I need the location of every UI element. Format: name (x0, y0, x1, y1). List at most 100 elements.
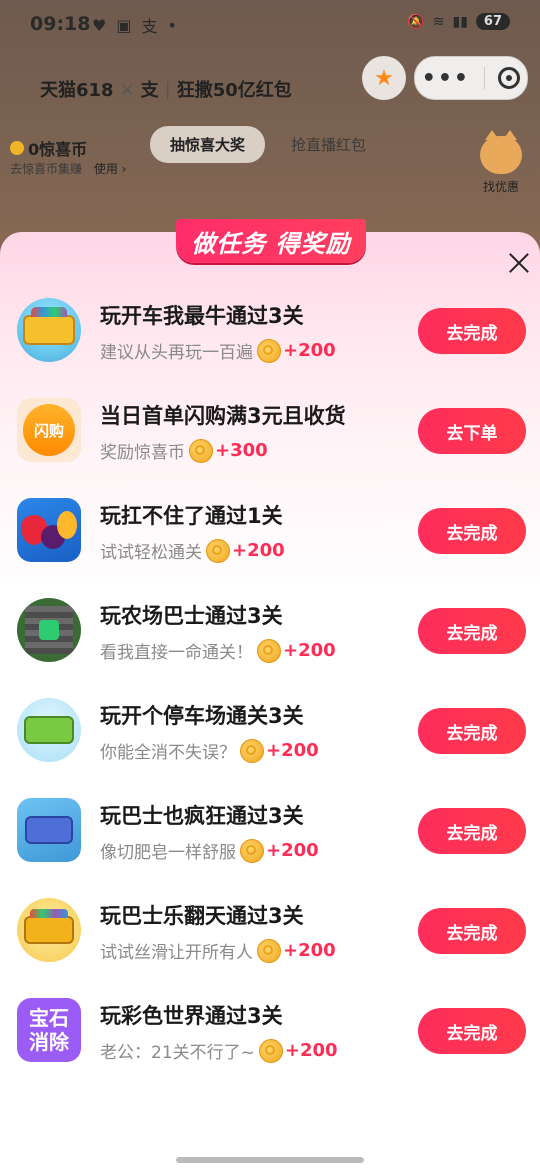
title-divider: | (164, 78, 171, 100)
task-desc: 建议从头再玩一百遍 +200 (100, 338, 336, 363)
list-item: 玩开车我最牛通过3关 建议从头再玩一百遍 +200 去完成 (0, 282, 540, 382)
coin-icon (240, 838, 264, 863)
crazy-bus-icon (17, 798, 81, 862)
coin-icon (240, 738, 264, 763)
status-system-icons: 🔕 ≋ ▮▮ 67 (407, 13, 510, 30)
task-desc-text: 建议从头再玩一百遍 (100, 343, 253, 363)
coin-icon (257, 938, 281, 963)
campaign-label: 狂撒50亿红包 (176, 80, 292, 101)
status-time: 09:18 (30, 13, 91, 35)
find-deals-label: 找优惠 (482, 180, 519, 194)
task-desc: 你能全消不失误？ +200 (100, 738, 319, 763)
gem-game-icon-text: 宝石消除 (29, 1006, 69, 1054)
order-button[interactable]: 去下单 (418, 408, 526, 454)
task-reward: +300 (215, 440, 268, 461)
status-app-icons: ♥ ▣ 支 • (92, 13, 177, 37)
more-icon[interactable]: ••• (422, 66, 470, 91)
coin-icon (189, 438, 213, 463)
capsule-divider (483, 67, 485, 89)
coin-icon (206, 538, 230, 563)
battery-indicator: 67 (475, 13, 510, 30)
task-name: 玩开车我最牛通过3关 (100, 304, 304, 328)
close-miniapp-icon[interactable] (498, 67, 521, 89)
coin-icon (257, 338, 281, 363)
fruit-game-icon (17, 498, 81, 562)
coin-balance[interactable]: 0惊喜币 (10, 136, 87, 160)
tab-bar: 抽惊喜大奖 抢直播红包 (150, 126, 386, 163)
sheet-title: 做任务 得奖励 (176, 219, 366, 263)
tab-lottery[interactable]: 抽惊喜大奖 (150, 126, 266, 163)
complete-button[interactable]: 去完成 (418, 608, 526, 654)
coin-icon (10, 141, 24, 155)
task-name: 玩巴士也疯狂通过3关 (100, 804, 304, 828)
task-desc: 像切肥皂一样舒服 +200 (100, 838, 319, 863)
coin-icon (258, 1038, 283, 1063)
task-reward: +200 (283, 940, 336, 961)
status-bar: 09:18 ♥ ▣ 支 • 🔕 ≋ ▮▮ 67 (0, 0, 540, 50)
task-desc-text: 你能全消不失误？ (100, 743, 236, 763)
flash-buy-icon: 闪购 (17, 398, 81, 462)
brand-label: 天猫618 (40, 80, 114, 101)
wifi-icon: ≋ (432, 13, 445, 30)
miniapp-capsule: ••• (414, 56, 528, 100)
task-desc-text: 试试轻松通关 (100, 543, 202, 563)
find-deals-button[interactable]: 找优惠 (476, 130, 526, 195)
page-title: 天猫618 × 支 | 狂撒50亿红包 (40, 76, 292, 102)
favorite-button[interactable]: ★ (362, 56, 406, 100)
task-desc: 奖励惊喜币 +300 (100, 438, 268, 463)
title-x: × (119, 78, 135, 100)
signal-icon: ▮▮ (452, 13, 468, 30)
list-item: 玩巴士也疯狂通过3关 像切肥皂一样舒服 +200 去完成 (0, 782, 540, 882)
list-item: 玩巴士乐翻天通过3关 试试丝滑让开所有人 +200 去完成 (0, 882, 540, 982)
alipay-label: 支 (140, 80, 159, 101)
farm-bus-icon (17, 598, 81, 662)
task-reward: +200 (266, 840, 319, 861)
task-reward: +200 (232, 540, 285, 561)
dot-icon: • (167, 15, 177, 35)
task-list: 玩开车我最牛通过3关 建议从头再玩一百遍 +200 去完成 闪购 当日首单闪购满… (0, 282, 540, 1082)
list-item: 宝石消除 玩彩色世界通过3关 老公：21关不行了~ +200 去完成 (0, 982, 540, 1082)
task-desc-text: 奖励惊喜币 (100, 443, 185, 463)
scan-icon: ▣ (116, 15, 132, 35)
tab-live-redpacket[interactable]: 抢直播红包 (271, 126, 386, 163)
complete-button[interactable]: 去完成 (418, 308, 526, 354)
task-reward: +200 (283, 640, 336, 661)
task-desc: 试试轻松通关 +200 (100, 538, 285, 563)
list-item: 玩开个停车场通关3关 你能全消不失误？ +200 去完成 (0, 682, 540, 782)
task-desc-text: 试试丝滑让开所有人 (100, 943, 253, 963)
alipay-icon: 支 (141, 17, 158, 36)
complete-button[interactable]: 去完成 (418, 708, 526, 754)
gem-game-icon: 宝石消除 (17, 998, 81, 1062)
task-reward: +200 (283, 340, 336, 361)
coin-icon (257, 638, 281, 663)
parking-game-icon (17, 698, 81, 762)
coin-balance-label: 0惊喜币 (28, 140, 88, 159)
mute-icon: 🔕 (407, 13, 425, 30)
close-icon[interactable] (504, 248, 534, 278)
use-link[interactable]: 使用 › (94, 162, 127, 176)
bus-game-icon (17, 298, 81, 362)
flash-buy-icon-text: 闪购 (23, 404, 75, 456)
task-name: 当日首单闪购满3元且收货 (100, 404, 346, 428)
complete-button[interactable]: 去完成 (418, 808, 526, 854)
complete-button[interactable]: 去完成 (418, 508, 526, 554)
task-desc: 看我直接一命通关！ +200 (100, 638, 336, 663)
coin-hint[interactable]: 去惊喜币集赚 使用 › (10, 160, 126, 177)
list-item: 闪购 当日首单闪购满3元且收货 奖励惊喜币 +300 去下单 (0, 382, 540, 482)
task-name: 玩开个停车场通关3关 (100, 704, 304, 728)
task-name: 玩农场巴士通过3关 (100, 604, 283, 628)
complete-button[interactable]: 去完成 (418, 1008, 526, 1054)
task-name: 玩彩色世界通过3关 (100, 1004, 283, 1028)
list-item: 玩扛不住了通过1关 试试轻松通关 +200 去完成 (0, 482, 540, 582)
task-desc-text: 看我直接一命通关！ (100, 643, 253, 663)
task-name: 玩扛不住了通过1关 (100, 504, 283, 528)
complete-button[interactable]: 去完成 (418, 908, 526, 954)
heart-icon: ♥ (92, 15, 107, 35)
task-reward: +200 (266, 740, 319, 761)
task-desc: 老公：21关不行了~ +200 (100, 1038, 338, 1063)
task-desc-text: 像切肥皂一样舒服 (100, 843, 236, 863)
task-name: 玩巴士乐翻天通过3关 (100, 904, 304, 928)
home-indicator[interactable] (176, 1157, 364, 1163)
task-desc-text: 老公：21关不行了~ (100, 1043, 255, 1063)
task-desc: 试试丝滑让开所有人 +200 (100, 938, 336, 963)
